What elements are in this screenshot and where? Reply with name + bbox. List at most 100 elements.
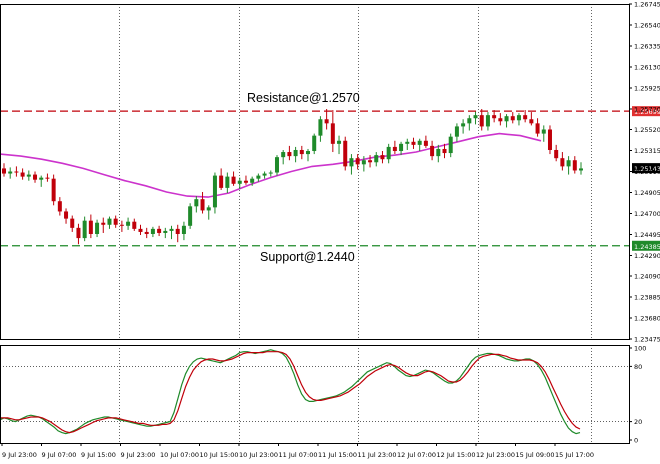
candle-down [101,222,106,225]
support-resistance-lines: Resistance@1.25701.25699Support@1.24401.… [0,91,660,264]
candle-up [126,221,131,226]
x-tick-label: 12 Jul 23:00 [476,451,515,459]
axes: 1.26745 1.26540 1.26335 1.26130 1.25925 1.257… [0,1,660,459]
candle-down [243,180,248,183]
candle-up [399,143,404,152]
y-tick-label: 1.26745 [634,1,660,9]
osc-tick-label: 0 [634,437,638,445]
candle-up [454,126,459,137]
candle-down [529,119,534,124]
candle-down [510,116,515,121]
candle-down [219,175,224,188]
x-tick-label: 9 Jul 23:00 [2,451,37,459]
support-price-tag-text: 1.24385 [634,243,660,251]
candle-up [504,116,509,122]
y-tick-label: 1.23680 [634,314,660,322]
resistance-label: Resistance@1.2570 [247,91,360,105]
moving-average-line [0,132,542,198]
candle-up [8,171,13,174]
candle-down [523,115,528,120]
oscillator-panel [0,349,629,435]
y-tick-label: 1.26130 [634,64,660,72]
candle-down [330,123,335,144]
candle-up [448,136,453,154]
oscillator-main-line [0,349,581,435]
candle-down [14,171,19,173]
candle-up [225,176,230,188]
candle-down [380,155,385,160]
y-tick-label: 1.24905 [634,189,660,197]
candle-down [88,220,93,234]
candle-up [188,206,193,226]
x-tick-label: 12 Jul 07:00 [397,451,436,459]
candle-up [436,148,441,157]
y-tick-label: 1.26335 [634,43,660,51]
candle-up [274,157,279,173]
candle-down [392,146,397,152]
candle-up [150,228,155,234]
candle-down [479,115,484,127]
y-tick-label: 1.23885 [634,293,660,301]
candle-up [405,141,410,144]
candle-up [386,146,391,160]
candle-up [361,160,366,165]
candle-up [312,135,317,152]
candle-up [256,175,261,179]
candle-down [572,160,577,171]
candle-down [287,152,292,157]
y-tick-label: 1.24495 [634,231,660,239]
candle-down [423,140,428,146]
y-tick-label: 1.25925 [634,85,660,93]
candle-up [281,152,286,158]
candle-up [237,180,242,184]
candle-up [250,178,255,183]
x-tick-label: 12 Jul 15:00 [437,451,476,459]
candle-up [579,168,583,171]
candle-up [473,115,478,119]
candle-up [374,155,379,163]
candle-down [157,228,162,233]
osc-tick-label: 80 [634,363,642,371]
candle-up [318,119,323,136]
support-label: Support@1.2440 [260,250,355,264]
candle-down [33,174,38,180]
y-tick-label: 1.25520 [634,126,660,134]
x-tick-label: 11 Jul 07:00 [279,451,318,459]
y-tick-label: 1.25110 [634,168,660,176]
candle-up [181,225,186,234]
candle-down [144,231,149,234]
x-tick-label: 11 Jul 23:00 [358,451,397,459]
y-tick-label: 1.25315 [634,147,660,155]
candle-up [516,115,521,121]
oscillator-panel-frame [0,345,630,444]
candle-up [212,175,217,208]
x-tick-label: 11 Jul 15:00 [318,451,357,459]
candle-up [39,177,44,180]
candle-down [411,141,416,145]
x-tick-label: 9 Jul 15:00 [81,451,116,459]
candle-down [119,224,124,226]
y-tick-label: 1.23475 [634,336,660,344]
candle-up [566,160,571,167]
x-tick-label: 10 Jul 07:00 [160,451,199,459]
candle-down [132,221,137,229]
candle-down [64,211,69,219]
candle-down [200,199,205,211]
x-tick-label: 10 Jul 15:00 [200,451,239,459]
candle-down [554,149,559,159]
forex-chart: Resistance@1.25701.25699Support@1.24401.… [0,1,660,459]
candle-down [368,160,373,163]
candle-up [107,218,112,225]
candle-down [51,178,56,202]
candle-down [113,218,118,225]
x-tick-label: 15 Jul 09:00 [516,451,555,459]
y-tick-label: 1.24700 [634,210,660,218]
candle-down [442,148,447,154]
candle-down [231,176,236,184]
candle-down [498,118,503,122]
candle-up [169,228,174,231]
osc-tick-label: 20 [634,418,642,426]
candle-down [45,177,50,179]
candle-down [343,140,348,167]
candle-up [467,118,472,124]
